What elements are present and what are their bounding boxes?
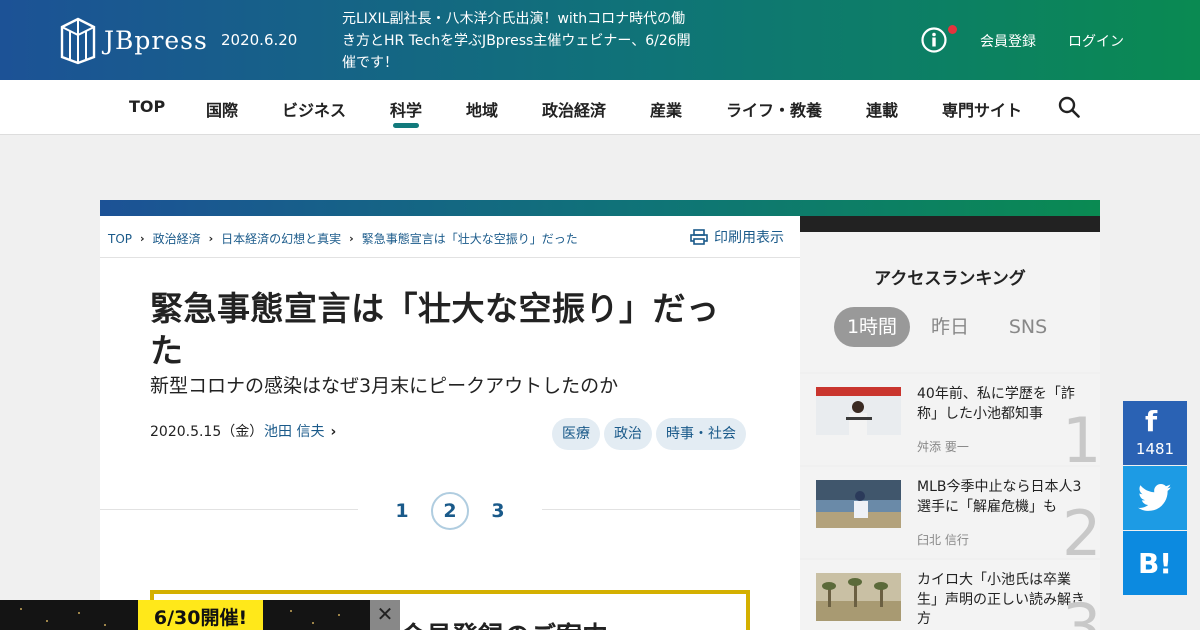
accent-bar bbox=[100, 200, 1100, 216]
ranking-heading: アクセスランキング bbox=[874, 269, 1026, 289]
close-icon[interactable]: ✕ bbox=[370, 600, 400, 630]
header-date: 2020.6.20 bbox=[221, 31, 298, 49]
printer-icon bbox=[690, 229, 708, 245]
ranking-panel: アクセスランキング 1時間 昨日 SNS bbox=[800, 232, 1100, 372]
breadcrumb-item-current[interactable]: 緊急事態宣言は「壮大な空振り」だった bbox=[362, 230, 578, 247]
page-link-3[interactable]: 3 bbox=[479, 492, 517, 530]
search-icon[interactable] bbox=[1058, 96, 1080, 118]
author-link[interactable]: 池田 信夫 › bbox=[264, 421, 336, 441]
breadcrumb-chevron-icon: › bbox=[140, 232, 145, 245]
chevron-right-icon: › bbox=[330, 424, 337, 440]
nav-item-politics-economy[interactable]: 政治経済 bbox=[542, 97, 606, 121]
hatena-bookmark-icon: B! bbox=[1137, 547, 1173, 580]
nav-item-industry[interactable]: 産業 bbox=[650, 97, 682, 121]
twitter-bird-icon bbox=[1138, 484, 1172, 511]
breadcrumb-item-top[interactable]: TOP bbox=[108, 232, 132, 246]
breadcrumb-item-series[interactable]: 日本経済の幻想と真実 bbox=[221, 230, 341, 247]
facebook-share-button[interactable]: f 1481 bbox=[1123, 401, 1187, 465]
ranking-number: 3 bbox=[1062, 590, 1102, 630]
article-date: 2020.5.15（金） bbox=[150, 424, 264, 440]
pager-divider-right bbox=[542, 509, 800, 510]
nav-item-international[interactable]: 国際 bbox=[206, 97, 238, 121]
print-label: 印刷用表示 bbox=[714, 230, 784, 246]
ranking-author: 舛添 要一 bbox=[917, 440, 969, 454]
tab-sns[interactable]: SNS bbox=[992, 307, 1064, 347]
hatena-bookmark-button[interactable]: B! bbox=[1123, 531, 1187, 595]
ranking-thumbnail bbox=[816, 573, 901, 621]
ranking-thumbnail bbox=[816, 387, 901, 435]
ranking-item[interactable]: 40年前、私に学歴を「詐称」した小池都知事 舛添 要一 1 bbox=[800, 374, 1101, 472]
breadcrumb-chevron-icon: › bbox=[349, 232, 354, 245]
login-link[interactable]: ログイン bbox=[1068, 31, 1124, 51]
ad-date-badge: 6/30開催! bbox=[138, 600, 263, 630]
breadcrumb: TOP › 政治経済 › 日本経済の幻想と真実 › 緊急事態宣言は「壮大な空振り… bbox=[108, 230, 578, 247]
logo-text: JBpress bbox=[104, 25, 208, 55]
breadcrumb-chevron-icon: › bbox=[208, 232, 214, 245]
ranking-thumbnail bbox=[816, 480, 901, 528]
tag-medical[interactable]: 医療 bbox=[552, 418, 600, 450]
article-panel: TOP › 政治経済 › 日本経済の幻想と真実 › 緊急事態宣言は「壮大な空振り… bbox=[100, 216, 800, 630]
ranking-item[interactable]: MLB今季中止なら日本人3選手に「解雇危機」も 臼北 信行 2 bbox=[800, 467, 1101, 565]
promo-text: 会員登録のご案内 bbox=[400, 616, 608, 630]
twitter-share-button[interactable] bbox=[1123, 466, 1187, 530]
print-button[interactable]: 印刷用表示 bbox=[690, 227, 784, 247]
sidebar-header-strip bbox=[800, 216, 1100, 232]
ranking-number: 1 bbox=[1062, 404, 1102, 477]
tag-politics[interactable]: 政治 bbox=[604, 418, 652, 450]
nav-item-special-sites[interactable]: 専門サイト bbox=[942, 97, 1022, 121]
nav-item-life-culture[interactable]: ライフ・教養 bbox=[726, 97, 822, 121]
nav-active-indicator bbox=[393, 123, 419, 128]
tab-1-hour[interactable]: 1時間 bbox=[834, 307, 910, 347]
nav-item-business[interactable]: ビジネス bbox=[282, 97, 346, 121]
top-bar: JBpress 2020.6.20 元LIXIL副社長・八木洋介氏出演！with… bbox=[0, 0, 1200, 80]
nav-item-series[interactable]: 連載 bbox=[866, 97, 898, 121]
nav-item-top[interactable]: TOP bbox=[129, 97, 165, 116]
facebook-share-count: 1481 bbox=[1135, 440, 1175, 458]
page-link-1[interactable]: 1 bbox=[383, 492, 421, 530]
ranking-author: 臼北 信行 bbox=[917, 533, 969, 547]
page-link-2-current[interactable]: 2 bbox=[431, 492, 469, 530]
register-link[interactable]: 会員登録 bbox=[980, 31, 1036, 51]
tab-yesterday[interactable]: 昨日 bbox=[914, 307, 986, 347]
info-icon[interactable] bbox=[921, 27, 947, 53]
ranking-item[interactable]: カイロ大「小池氏は卒業生」声明の正しい読み解き方 3 bbox=[800, 560, 1102, 630]
breadcrumb-item-politics-economy[interactable]: 政治経済 bbox=[153, 230, 201, 247]
ranking-number: 2 bbox=[1062, 497, 1102, 570]
pager-divider-left bbox=[100, 509, 358, 510]
author-name: 池田 信夫 bbox=[264, 424, 325, 440]
facebook-icon: f bbox=[1145, 405, 1158, 438]
site-logo[interactable]: JBpress bbox=[60, 14, 230, 66]
notification-dot bbox=[948, 25, 957, 34]
nav-item-region[interactable]: 地域 bbox=[466, 97, 498, 121]
main-nav: TOP 国際 ビジネス 科学 地域 政治経済 産業 ライフ・教養 連載 専門サイ… bbox=[0, 80, 1200, 135]
header-notice-link[interactable]: 元LIXIL副社長・八木洋介氏出演！withコロナ時代の働き方とHR Techを… bbox=[342, 8, 692, 74]
article-title: 緊急事態宣言は「壮大な空振り」だった bbox=[150, 289, 720, 370]
article-subtitle: 新型コロナの感染はなぜ3月末にピークアウトしたのか bbox=[150, 375, 619, 397]
logo-mark-icon bbox=[60, 17, 96, 65]
nav-item-science[interactable]: 科学 bbox=[390, 97, 422, 121]
breadcrumb-divider bbox=[100, 257, 800, 258]
bottom-ad-banner[interactable]: 6/30開催! ✕ bbox=[0, 600, 400, 630]
tag-current-affairs[interactable]: 時事・社会 bbox=[656, 418, 746, 450]
